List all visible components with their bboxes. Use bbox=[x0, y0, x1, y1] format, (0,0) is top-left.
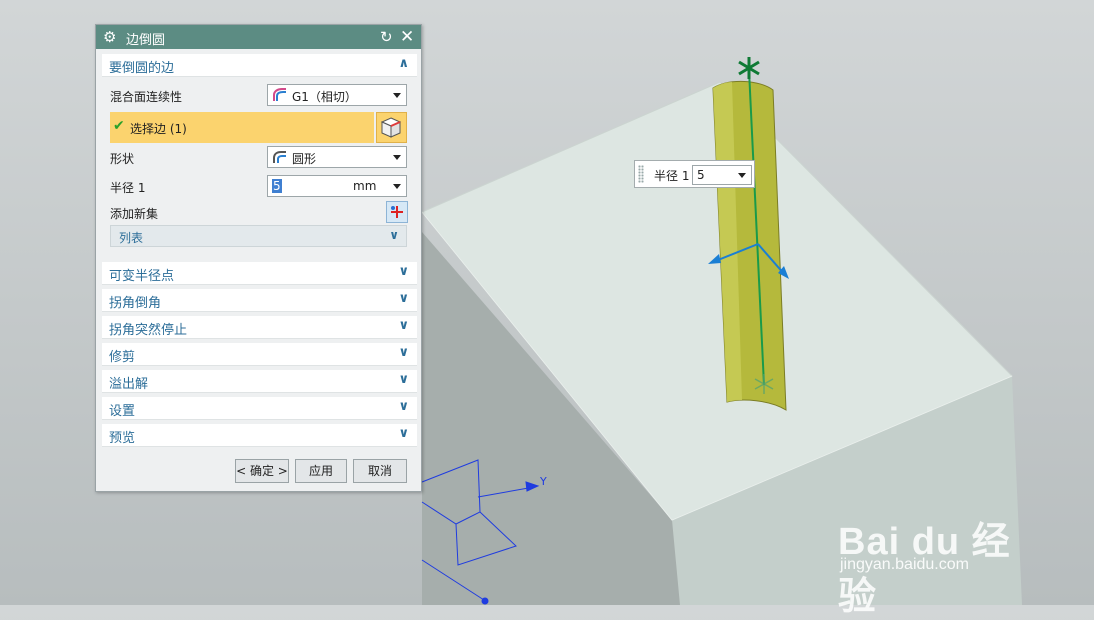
blend-continuity-label: 混合面连续性 bbox=[110, 90, 183, 104]
group-corner-setback[interactable]: 拐角倒角 ∨ bbox=[102, 289, 417, 312]
floating-radius-label: 半径 1 bbox=[654, 169, 690, 183]
chevron-down-icon[interactable]: ∨ bbox=[398, 426, 409, 441]
select-edge-row[interactable]: ✔ 选择边 (1) bbox=[110, 112, 374, 143]
radius-unit: mm bbox=[353, 179, 377, 193]
reset-icon[interactable]: ↻ bbox=[380, 28, 393, 46]
group-edge-label: 要倒圆的边 bbox=[109, 61, 175, 76]
group-label: 修剪 bbox=[109, 350, 136, 365]
chevron-down-icon[interactable]: ∨ bbox=[398, 399, 409, 414]
group-label: 可变半径点 bbox=[109, 269, 175, 284]
dropdown-arrow-icon[interactable] bbox=[393, 93, 401, 98]
add-new-set-label: 添加新集 bbox=[110, 207, 159, 221]
select-edge-label: 选择边 (1) bbox=[130, 122, 187, 136]
group-settings[interactable]: 设置 ∨ bbox=[102, 397, 417, 420]
baidu-watermark: Bai du 经验 jingyan.baidu.com bbox=[838, 510, 1038, 618]
check-icon: ✔ bbox=[113, 118, 125, 134]
shape-icon bbox=[273, 151, 286, 163]
edge-start-marker bbox=[738, 57, 760, 79]
group-label: 拐角倒角 bbox=[109, 296, 162, 311]
ok-button[interactable]: < 确定 > bbox=[235, 459, 289, 483]
close-icon[interactable]: ✕ bbox=[400, 27, 414, 47]
group-edge-to-blend[interactable]: 要倒圆的边 ∧ bbox=[102, 54, 417, 77]
continuity-icon bbox=[273, 88, 286, 101]
add-set-icon bbox=[391, 206, 403, 218]
gear-icon: ⚙ bbox=[103, 28, 117, 46]
chevron-down-icon[interactable]: ∨ bbox=[398, 345, 409, 360]
chevron-down-icon[interactable]: ∨ bbox=[398, 291, 409, 306]
group-label: 预览 bbox=[109, 431, 136, 446]
edge-blend-dialog: ⚙ 边倒圆 ↻ ✕ 要倒圆的边 ∧ 混合面连续性 G1（相切） ✔ 选择边 (1… bbox=[95, 24, 422, 492]
floating-radius-widget[interactable]: 半径 1 5 bbox=[634, 160, 755, 188]
group-preview[interactable]: 预览 ∨ bbox=[102, 424, 417, 447]
drag-handle-icon[interactable] bbox=[638, 165, 644, 183]
dropdown-arrow-icon[interactable] bbox=[393, 155, 401, 160]
group-label: 溢出解 bbox=[109, 377, 149, 392]
chevron-down-icon[interactable]: ∨ bbox=[389, 228, 399, 242]
group-label: 拐角突然停止 bbox=[109, 323, 188, 338]
radius-input[interactable]: 5 mm bbox=[267, 175, 407, 197]
y-axis-label: Y bbox=[539, 475, 547, 488]
group-variable-radius[interactable]: 可变半径点 ∨ bbox=[102, 262, 417, 285]
group-label: 设置 bbox=[109, 404, 136, 419]
group-stop-short[interactable]: 拐角突然停止 ∨ bbox=[102, 316, 417, 339]
select-edge-button[interactable] bbox=[376, 112, 407, 143]
group-trim[interactable]: 修剪 ∨ bbox=[102, 343, 417, 366]
dropdown-arrow-icon[interactable] bbox=[738, 173, 746, 178]
group-overflow[interactable]: 溢出解 ∨ bbox=[102, 370, 417, 393]
dialog-titlebar[interactable]: ⚙ 边倒圆 ↻ ✕ bbox=[96, 25, 421, 49]
chevron-down-icon[interactable]: ∨ bbox=[398, 264, 409, 279]
blend-continuity-select[interactable]: G1（相切） bbox=[267, 84, 407, 106]
shape-select[interactable]: 圆形 bbox=[267, 146, 407, 168]
shape-label: 形状 bbox=[110, 152, 135, 166]
radius-value[interactable]: 5 bbox=[272, 179, 282, 193]
dialog-title: 边倒圆 bbox=[126, 33, 166, 48]
radius-label: 半径 1 bbox=[110, 181, 146, 195]
chevron-up-icon[interactable]: ∧ bbox=[398, 56, 409, 71]
floating-radius-input[interactable]: 5 bbox=[692, 165, 752, 185]
cube-select-icon bbox=[380, 117, 402, 138]
dropdown-arrow-icon[interactable] bbox=[393, 184, 401, 189]
list-section[interactable]: 列表 ∨ bbox=[110, 225, 407, 247]
list-label: 列表 bbox=[119, 231, 144, 245]
shape-value: 圆形 bbox=[292, 152, 317, 166]
watermark-url: jingyan.baidu.com bbox=[840, 556, 969, 573]
chevron-down-icon[interactable]: ∨ bbox=[398, 318, 409, 333]
add-new-set-button[interactable] bbox=[386, 201, 408, 223]
cancel-button[interactable]: 取消 bbox=[353, 459, 407, 483]
chevron-down-icon[interactable]: ∨ bbox=[398, 372, 409, 387]
blend-continuity-value: G1（相切） bbox=[292, 90, 357, 104]
floating-radius-value: 5 bbox=[697, 168, 705, 182]
apply-button[interactable]: 应用 bbox=[295, 459, 347, 483]
